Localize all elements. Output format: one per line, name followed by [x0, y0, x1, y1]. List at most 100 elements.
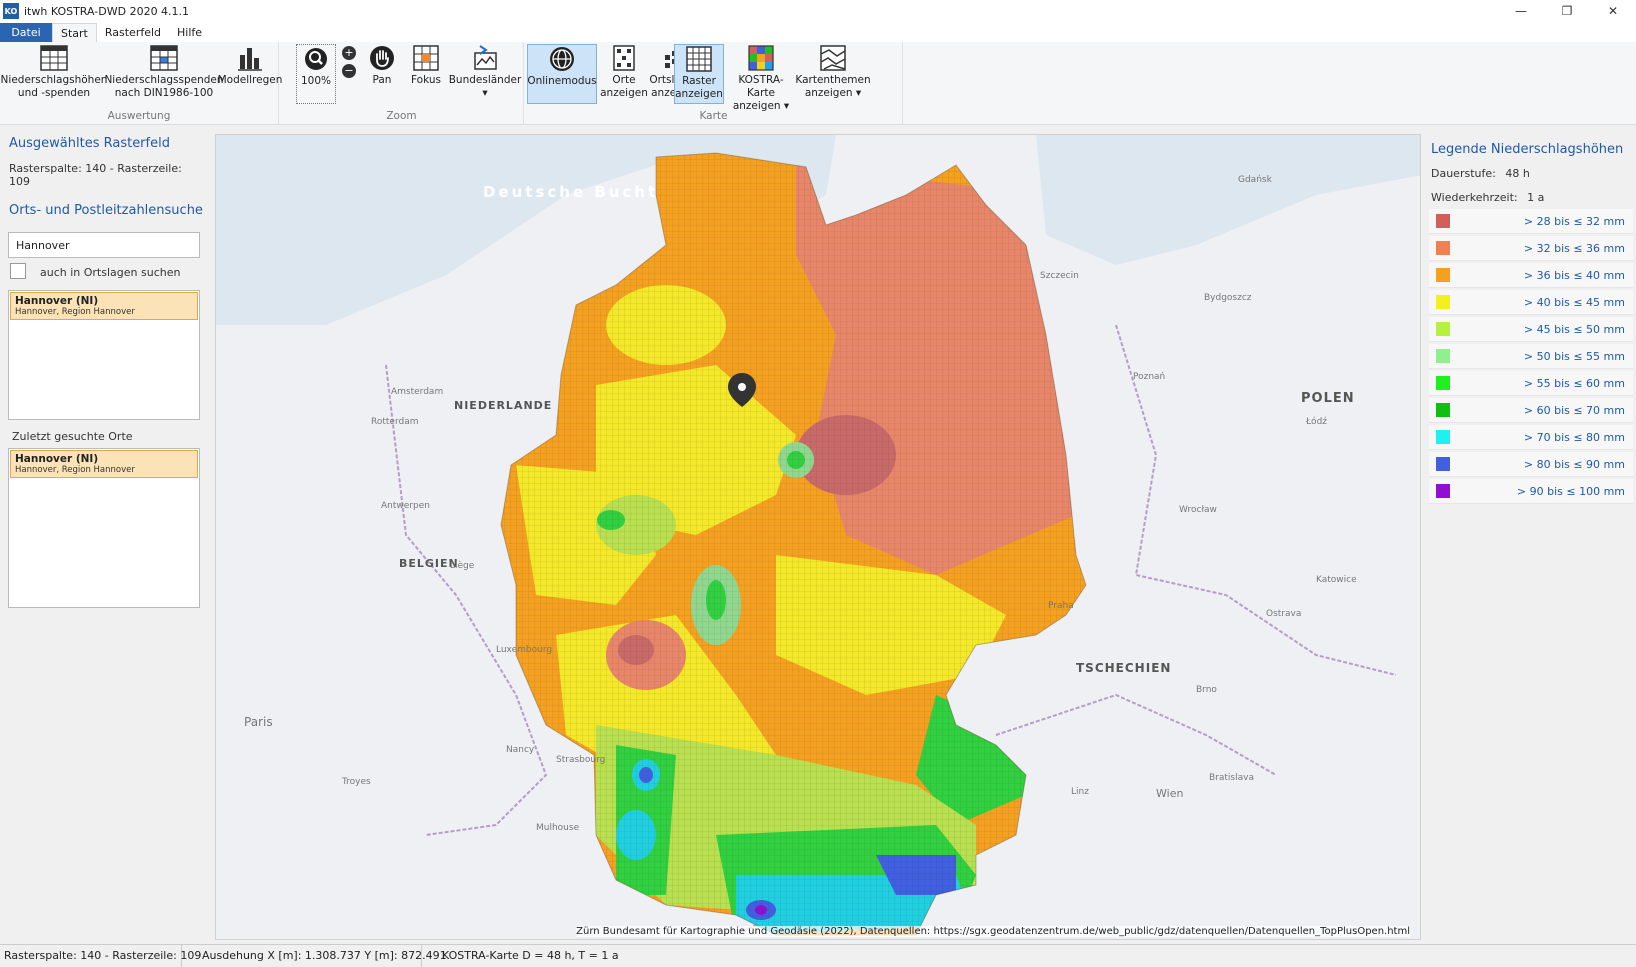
legend-dauerstufe: Dauerstufe: 48 h	[1431, 167, 1530, 180]
status-bar: Rasterspalte: 140 - Rasterzeile: 109 Aus…	[0, 944, 1636, 967]
restore-button[interactable]: ❐	[1544, 0, 1590, 22]
kostra-karte-button[interactable]: KOSTRA-Karte anzeigen ▾	[727, 44, 795, 113]
orte-anzeigen-button[interactable]: Orte anzeigen	[600, 44, 648, 100]
ribbon-group-karte: Onlinemodus Orte anzeigen Ortslagen anze…	[525, 42, 903, 125]
group-label-zoom: Zoom	[386, 110, 417, 122]
selected-field-heading: Ausgewähltes Rasterfeld	[9, 136, 170, 151]
fokus-label: Fokus	[411, 74, 441, 86]
map-city: Antwerpen	[381, 501, 430, 511]
dauerstufe-label: Dauerstufe:	[1431, 167, 1496, 180]
ortslagen-checkbox[interactable]	[10, 263, 26, 279]
colored-grid-icon	[747, 44, 775, 72]
wiederkehrzeit-label: Wiederkehrzeit:	[1431, 191, 1518, 204]
ribbon-group-auswertung: Niederschlagshöhen und -spenden Niedersc…	[0, 42, 282, 125]
recent-subtitle: Hannover, Region Hannover	[15, 465, 135, 475]
ribbon: Niederschlagshöhen und -spenden Niedersc…	[0, 42, 1636, 125]
recent-title: Hannover (NI)	[15, 453, 99, 465]
chevron-down-icon: ▾	[482, 87, 488, 99]
result-subtitle: Hannover, Region Hannover	[15, 307, 135, 317]
kartenthemen-label-1: Kartenthemen	[795, 74, 871, 86]
legend-title: Legende Niederschlagshöhen	[1431, 142, 1624, 157]
menu-bar: Datei Start Rasterfeld Hilfe	[0, 22, 1636, 42]
title-bar: KO itwh KOSTRA-DWD 2020 4.1.1 — ❐ ✕	[0, 0, 1636, 22]
map-country-nl: NIEDERLANDE	[454, 399, 553, 412]
table-blue-icon	[150, 44, 178, 72]
list-item[interactable]: Hannover (NI) Hannover, Region Hannover	[10, 450, 198, 478]
legend-item: > 80 bis ≤ 90 mm	[1429, 452, 1633, 477]
map-city: Bratislava	[1209, 773, 1254, 783]
raster-anzeigen-button[interactable]: Raster anzeigen	[674, 44, 724, 104]
map-city: Strasbourg	[556, 755, 606, 765]
recent-places-list[interactable]: Hannover (NI) Hannover, Region Hannover	[8, 448, 200, 608]
zoom-100-button[interactable]: 100%	[296, 44, 336, 104]
close-button[interactable]: ✕	[1590, 0, 1636, 22]
map-view[interactable]: Deutsche Bucht NIEDERLANDE BELGIEN POLEN…	[215, 134, 1421, 940]
map-city: Bydgoszcz	[1204, 293, 1252, 303]
recent-heading: Zuletzt gesuchte Orte	[12, 430, 133, 443]
fokus-button[interactable]: Fokus	[406, 44, 446, 87]
checkbox-label: auch in Ortslagen suchen	[40, 266, 181, 279]
map-city: Linz	[1071, 787, 1089, 797]
result-title: Hannover (NI)	[15, 295, 99, 307]
tab-start[interactable]: Start	[52, 23, 97, 42]
onlinemodus-button[interactable]: Onlinemodus	[527, 44, 597, 104]
legend-swatch	[1436, 322, 1450, 336]
zoom-out-icon[interactable]: −	[342, 64, 356, 78]
legend-swatch	[1436, 349, 1450, 363]
dauerstufe-value: 48 h	[1505, 167, 1530, 180]
legend-label: > 40 bis ≤ 45 mm	[1523, 296, 1625, 309]
bundeslaender-button[interactable]: Bundesländer ▾	[449, 44, 521, 100]
tab-hilfe[interactable]: Hilfe	[169, 23, 210, 42]
map-city: Liège	[450, 561, 475, 571]
map-attribution: Zürn Bundesamt für Kartographie und Geod…	[576, 926, 1410, 937]
map-city: Brno	[1196, 685, 1217, 695]
map-region-icon	[471, 44, 499, 72]
status-kostra: KOSTRA-Karte D = 48 h, T = 1 a	[442, 949, 619, 962]
bar-chart-icon	[236, 44, 264, 72]
map-country-pl: POLEN	[1301, 391, 1355, 406]
wiederkehrzeit-value: 1 a	[1527, 191, 1545, 204]
minimize-button[interactable]: —	[1498, 0, 1544, 22]
left-panel: Ausgewähltes Rasterfeld Rasterspalte: 14…	[0, 126, 204, 944]
window-controls: — ❐ ✕	[1498, 0, 1636, 22]
raster-label-2: anzeigen	[675, 88, 723, 100]
map-city: Mulhouse	[536, 823, 580, 833]
legend-item: > 40 bis ≤ 45 mm	[1429, 290, 1633, 315]
orte-label-2: anzeigen	[600, 87, 648, 99]
niederschlagshoehen-button[interactable]: Niederschlagshöhen und -spenden	[1, 44, 107, 100]
legend-swatch	[1436, 457, 1450, 471]
pan-button[interactable]: Pan	[362, 44, 402, 87]
search-heading: Orts- und Postleitzahlensuche	[9, 203, 203, 218]
legend-item: > 70 bis ≤ 80 mm	[1429, 425, 1633, 450]
legend-swatch	[1436, 268, 1450, 282]
menu-datei[interactable]: Datei	[0, 23, 52, 42]
list-item[interactable]: Hannover (NI) Hannover, Region Hannover	[10, 292, 198, 320]
zoom-in-icon[interactable]: +	[342, 46, 356, 60]
legend-panel: Legende Niederschlagshöhen Dauerstufe: 4…	[1422, 126, 1636, 944]
niederschlagshoehen-label-2: und -spenden	[17, 87, 91, 99]
app-logo: KO	[3, 3, 19, 19]
globe-icon	[548, 45, 576, 73]
map-city: Ostrava	[1266, 609, 1302, 619]
niederschlagsspenden-button[interactable]: Niederschlagsspenden nach DIN1986-100	[104, 44, 224, 100]
grid-icon	[685, 45, 713, 73]
map-city: Poznań	[1133, 372, 1166, 382]
legend-item: > 36 bis ≤ 40 mm	[1429, 263, 1633, 288]
tab-rasterfeld[interactable]: Rasterfeld	[97, 23, 169, 42]
map-layers-icon	[819, 44, 847, 72]
kartenthemen-button[interactable]: Kartenthemen anzeigen ▾	[795, 44, 871, 100]
search-results-list[interactable]: Hannover (NI) Hannover, Region Hannover	[8, 290, 200, 420]
legend-label: > 80 bis ≤ 90 mm	[1523, 458, 1625, 471]
modellregen-button[interactable]: Modellregen	[218, 44, 282, 87]
table-icon	[40, 44, 68, 72]
map-city: Szczecin	[1040, 271, 1079, 281]
legend-swatch	[1436, 376, 1450, 390]
legend-item: > 90 bis ≤ 100 mm	[1429, 479, 1633, 504]
legend-swatch	[1436, 241, 1450, 255]
legend-swatch	[1436, 295, 1450, 309]
map-city: Katowice	[1316, 575, 1357, 585]
kartenthemen-label-2: anzeigen ▾	[804, 87, 862, 99]
legend-item: > 32 bis ≤ 36 mm	[1429, 236, 1633, 261]
search-input[interactable]	[8, 232, 200, 258]
map-city: Rotterdam	[371, 417, 419, 427]
